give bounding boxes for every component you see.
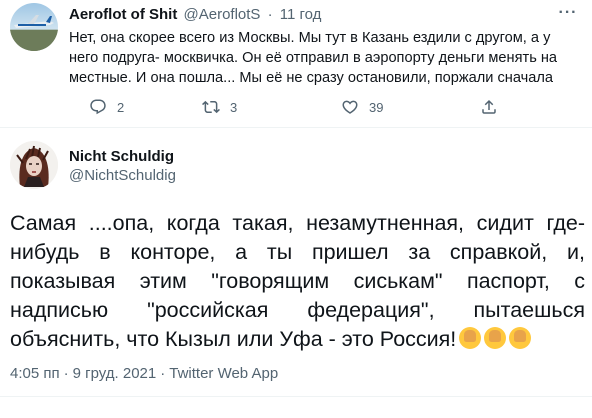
reply-count: 2 bbox=[117, 99, 125, 115]
divider bbox=[0, 127, 592, 128]
tweet-time[interactable]: 4:05 пп bbox=[10, 365, 60, 382]
woman-facepalming-icon bbox=[459, 327, 482, 349]
reply-button[interactable]: 2 bbox=[89, 98, 124, 116]
reply-text: Нет, она скорее всего из Москвы. Мы тут … bbox=[69, 30, 558, 86]
reply-icon bbox=[90, 99, 106, 115]
retweet-count: 3 bbox=[230, 99, 238, 115]
heart-icon bbox=[342, 100, 358, 114]
retweet-icon bbox=[202, 100, 220, 114]
share-icon bbox=[482, 99, 496, 114]
person-portrait-icon bbox=[10, 141, 58, 189]
tweet-time[interactable]: 11 год bbox=[280, 6, 322, 23]
tweet-source[interactable]: Twitter Web App bbox=[169, 365, 278, 382]
tweet-meta: 4:05 пп · 9 груд. 2021 · Twitter Web App bbox=[10, 365, 278, 382]
separator: · bbox=[267, 6, 273, 23]
tweet-text: Самая ....опа, когда такая, незамутненна… bbox=[10, 209, 585, 354]
author-handle[interactable]: @AeroflotS bbox=[184, 6, 261, 23]
separator: · bbox=[63, 365, 69, 382]
tweet-date[interactable]: 9 груд. 2021 bbox=[73, 365, 157, 382]
airplane-icon bbox=[10, 15, 58, 51]
action-bar: 2 3 39 bbox=[69, 98, 569, 120]
separator: · bbox=[160, 365, 166, 382]
woman-facepalming-icon bbox=[484, 327, 507, 349]
reply-header: Aeroflot of Shit @AeroflotS · 11 год bbox=[69, 6, 321, 23]
like-button[interactable]: 39 bbox=[341, 98, 383, 116]
woman-facepalming-icon bbox=[509, 327, 532, 349]
author-name[interactable]: Aeroflot of Shit bbox=[69, 6, 177, 23]
share-button[interactable] bbox=[480, 98, 498, 116]
like-count: 39 bbox=[369, 99, 384, 115]
more-icon[interactable]: ··· bbox=[556, 4, 580, 24]
avatar[interactable] bbox=[10, 3, 58, 51]
retweet-button[interactable]: 3 bbox=[202, 98, 237, 116]
author-handle[interactable]: @NichtSchuldig bbox=[69, 167, 176, 184]
avatar[interactable] bbox=[10, 141, 58, 189]
reply-tweet[interactable]: Aeroflot of Shit @AeroflotS · 11 год ···… bbox=[0, 0, 592, 126]
divider bbox=[0, 396, 592, 397]
author-name[interactable]: Nicht Schuldig bbox=[69, 148, 174, 165]
